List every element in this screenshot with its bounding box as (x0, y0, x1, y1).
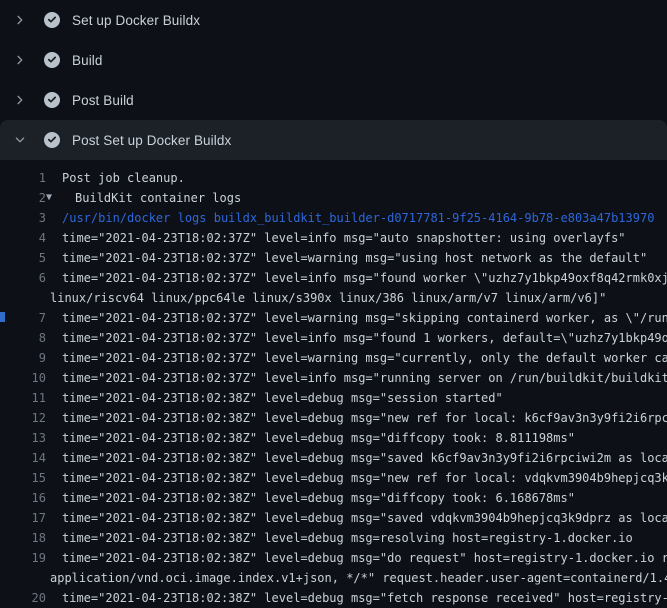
log-line-text: time="2021-04-23T18:02:38Z" level=debug … (62, 408, 667, 428)
log-line-text: time="2021-04-23T18:02:37Z" level=info m… (62, 228, 626, 248)
log-line: 6 time="2021-04-23T18:02:37Z" level=info… (0, 268, 667, 288)
line-number[interactable]: 7 (0, 308, 46, 328)
log-line-text: time="2021-04-23T18:02:37Z" level=warnin… (62, 348, 667, 368)
log-line-text: time="2021-04-23T18:02:37Z" level=info m… (62, 268, 667, 288)
check-circle-icon (44, 12, 60, 28)
line-number[interactable]: 16 (0, 488, 46, 508)
line-number[interactable]: 9 (0, 348, 46, 368)
log-line: 4 time="2021-04-23T18:02:37Z" level=info… (0, 228, 667, 248)
line-number[interactable]: 14 (0, 448, 46, 468)
log-line-text: time="2021-04-23T18:02:37Z" level=info m… (62, 368, 667, 388)
log-line: 8 time="2021-04-23T18:02:37Z" level=info… (0, 328, 667, 348)
focus-indicator-bar (0, 312, 5, 322)
step-header-set-up-docker-buildx[interactable]: Set up Docker Buildx (0, 0, 667, 40)
log-line: 5 time="2021-04-23T18:02:37Z" level=warn… (0, 248, 667, 268)
log-line-text: time="2021-04-23T18:02:37Z" level=warnin… (62, 308, 667, 328)
line-number (0, 288, 46, 308)
line-number[interactable]: 1 (0, 168, 46, 188)
step-label: Post Build (72, 93, 134, 108)
log-line: 13 time="2021-04-23T18:02:38Z" level=deb… (0, 428, 667, 448)
step-list: Set up Docker Buildx Build P (0, 0, 667, 160)
step-header-post-set-up-docker-buildx[interactable]: Post Set up Docker Buildx (0, 120, 667, 160)
log-line-text: time="2021-04-23T18:02:38Z" level=debug … (62, 388, 503, 408)
line-number[interactable]: 4 (0, 228, 46, 248)
line-number[interactable]: 18 (0, 528, 46, 548)
log-line: 14 time="2021-04-23T18:02:38Z" level=deb… (0, 448, 667, 468)
line-number[interactable]: 17 (0, 508, 46, 528)
check-circle-icon (44, 92, 60, 108)
line-number[interactable]: 5 (0, 248, 46, 268)
log-line-text: /usr/bin/docker logs buildx_buildkit_bui… (62, 208, 654, 228)
log-line: 10 time="2021-04-23T18:02:37Z" level=inf… (0, 368, 667, 388)
log-line: 1 Post job cleanup. (0, 168, 667, 188)
line-number[interactable]: 6 (0, 268, 46, 288)
log-scroll-area[interactable]: 1 Post job cleanup. 2 ▼ BuildKit containe… (0, 160, 667, 608)
log-line: 18 time="2021-04-23T18:02:38Z" level=deb… (0, 528, 667, 548)
line-number[interactable]: 12 (0, 408, 46, 428)
log-line-text: time="2021-04-23T18:02:38Z" level=debug … (62, 428, 575, 448)
log-line-text: time="2021-04-23T18:02:38Z" level=debug … (62, 448, 667, 468)
log-line: linux/riscv64 linux/ppc64le linux/s390x … (0, 288, 667, 308)
chevron-right-icon (12, 92, 28, 108)
line-number[interactable]: 11 (0, 388, 46, 408)
log-line: application/vnd.oci.image.index.v1+json,… (0, 568, 667, 588)
group-title[interactable]: BuildKit container logs (75, 188, 241, 208)
log-line-text: linux/riscv64 linux/ppc64le linux/s390x … (50, 288, 606, 308)
log-line-text: time="2021-04-23T18:02:37Z" level=warnin… (62, 248, 647, 268)
log-line: 12 time="2021-04-23T18:02:38Z" level=deb… (0, 408, 667, 428)
log-line: 16 time="2021-04-23T18:02:38Z" level=deb… (0, 488, 667, 508)
log-line: 17 time="2021-04-23T18:02:38Z" level=deb… (0, 508, 667, 528)
log-line-text: time="2021-04-23T18:02:38Z" level=debug … (62, 548, 667, 568)
log-line-text: time="2021-04-23T18:02:38Z" level=debug … (62, 508, 667, 528)
line-number (0, 568, 46, 588)
check-circle-icon (44, 52, 60, 68)
log-line: 19 time="2021-04-23T18:02:38Z" level=deb… (0, 548, 667, 568)
step-label: Post Set up Docker Buildx (72, 133, 231, 148)
step-label: Set up Docker Buildx (72, 13, 200, 28)
log-line-text: time="2021-04-23T18:02:37Z" level=info m… (62, 328, 667, 348)
log-line: 20 time="2021-04-23T18:02:38Z" level=deb… (0, 588, 667, 608)
line-number[interactable]: 15 (0, 468, 46, 488)
line-number[interactable]: 2 (0, 188, 46, 208)
line-number[interactable]: 19 (0, 548, 46, 568)
log-line: 15 time="2021-04-23T18:02:38Z" level=deb… (0, 468, 667, 488)
line-number[interactable]: 10 (0, 368, 46, 388)
line-number[interactable]: 13 (0, 428, 46, 448)
check-circle-icon (44, 132, 60, 148)
line-number[interactable]: 3 (0, 208, 46, 228)
log-line-text: application/vnd.oci.image.index.v1+json,… (50, 568, 667, 588)
line-number[interactable]: 20 (0, 588, 46, 608)
chevron-right-icon (12, 12, 28, 28)
log-line-text: time="2021-04-23T18:02:38Z" level=debug … (62, 468, 667, 488)
log-line: 2 ▼ BuildKit container logs (0, 188, 667, 208)
step-header-build[interactable]: Build (0, 40, 667, 80)
step-label: Build (72, 53, 103, 68)
log-line-text: Post job cleanup. (62, 168, 185, 188)
chevron-down-icon (12, 132, 28, 148)
group-collapse-icon[interactable]: ▼ (46, 188, 52, 208)
log-line-text: time="2021-04-23T18:02:38Z" level=debug … (62, 528, 633, 548)
chevron-right-icon (12, 52, 28, 68)
log-line: 11 time="2021-04-23T18:02:38Z" level=deb… (0, 388, 667, 408)
log-line: 3 /usr/bin/docker logs buildx_buildkit_b… (0, 208, 667, 228)
line-number[interactable]: 8 (0, 328, 46, 348)
step-header-post-build[interactable]: Post Build (0, 80, 667, 120)
log-line-text: time="2021-04-23T18:02:38Z" level=debug … (62, 588, 667, 608)
log-line: 9 time="2021-04-23T18:02:37Z" level=warn… (0, 348, 667, 368)
log-line-text: time="2021-04-23T18:02:38Z" level=debug … (62, 488, 575, 508)
log-line: 7 time="2021-04-23T18:02:37Z" level=warn… (0, 308, 667, 328)
